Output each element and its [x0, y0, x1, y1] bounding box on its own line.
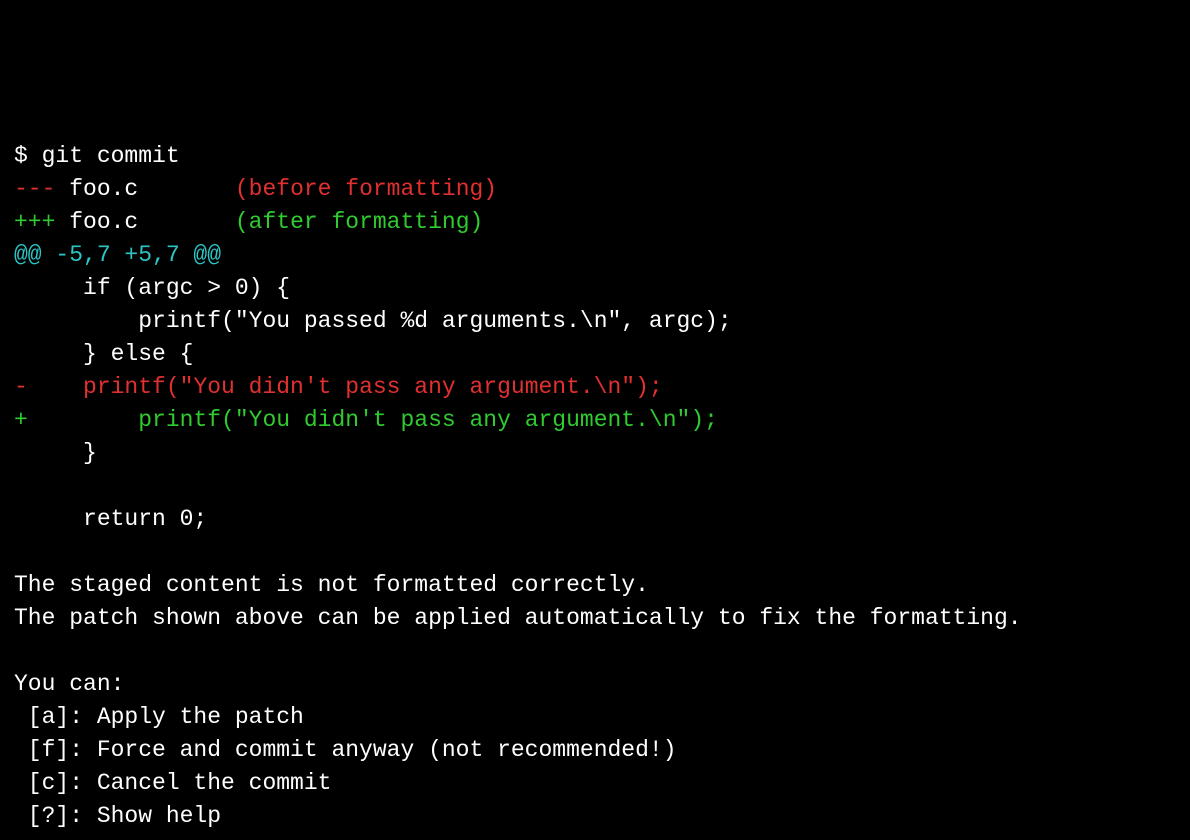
menu-option-apply[interactable]: [a]: Apply the patch [14, 701, 1176, 734]
blank-line [14, 470, 1176, 503]
menu-option-cancel[interactable]: [c]: Cancel the commit [14, 767, 1176, 800]
shell-prompt: $ [14, 143, 42, 169]
diff-plus-prefix: +++ [14, 209, 69, 235]
diff-context-line: } else { [14, 338, 1176, 371]
diff-minus-marker: - [14, 374, 28, 400]
status-message: The patch shown above can be applied aut… [14, 602, 1176, 635]
diff-context-line: printf("You passed %d arguments.\n", arg… [14, 305, 1176, 338]
diff-added-content: printf("You didn't pass any argument.\n"… [28, 407, 718, 433]
menu-option-help[interactable]: [?]: Show help [14, 800, 1176, 833]
padding [138, 209, 235, 235]
diff-plus-marker: + [14, 407, 28, 433]
diff-new-label: (after formatting) [235, 209, 483, 235]
diff-hunk-header: @@ -5,7 +5,7 @@ [14, 239, 1176, 272]
diff-context-line: if (argc > 0) { [14, 272, 1176, 305]
command: git commit [42, 143, 180, 169]
status-message: The staged content is not formatted corr… [14, 569, 1176, 602]
diff-header-new: +++ foo.c (after formatting) [14, 206, 1176, 239]
blank-line [14, 536, 1176, 569]
diff-context-line: return 0; [14, 503, 1176, 536]
menu-intro: You can: [14, 668, 1176, 701]
diff-minus-prefix: --- [14, 176, 69, 202]
diff-removed-line: - printf("You didn't pass any argument.\… [14, 371, 1176, 404]
blank-line [14, 833, 1176, 840]
diff-old-label: (before formatting) [235, 176, 497, 202]
diff-removed-content: printf("You didn't pass any argument.\n"… [28, 374, 663, 400]
menu-option-force[interactable]: [f]: Force and commit anyway (not recomm… [14, 734, 1176, 767]
padding [138, 176, 235, 202]
command-line: $ git commit [14, 140, 1176, 173]
diff-old-file: foo.c [69, 176, 138, 202]
diff-added-line: + printf("You didn't pass any argument.\… [14, 404, 1176, 437]
diff-context-line: } [14, 437, 1176, 470]
diff-header-old: --- foo.c (before formatting) [14, 173, 1176, 206]
blank-line [14, 635, 1176, 668]
diff-new-file: foo.c [69, 209, 138, 235]
